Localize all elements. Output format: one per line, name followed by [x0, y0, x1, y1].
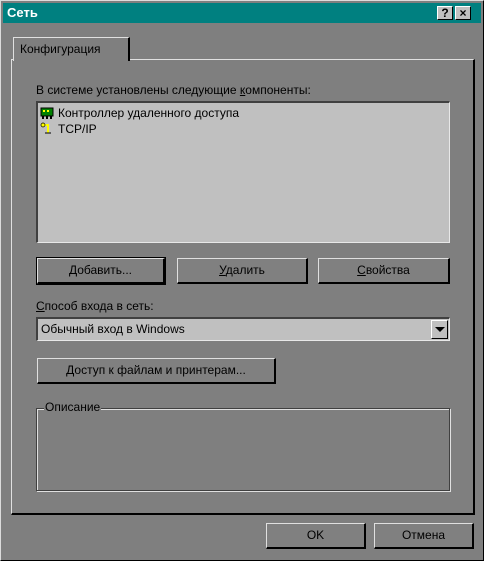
cancel-button[interactable]: Отмена [374, 523, 474, 549]
list-item-label: Контроллер удаленного доступа [58, 106, 240, 120]
remove-button[interactable]: Удалить [177, 258, 308, 284]
tab-label: Конфигурация [20, 42, 101, 56]
title-bar[interactable]: Сеть ? × [3, 3, 481, 23]
description-label: Описание [44, 400, 102, 414]
tab-configuration[interactable]: Конфигурация [13, 37, 130, 61]
properties-button[interactable]: Свойства [318, 258, 450, 284]
network-dialog: Сеть ? × Конфигурация В системе установл… [0, 0, 484, 561]
protocol-icon [40, 122, 56, 136]
logon-label: Способ входа в сеть: [36, 299, 154, 313]
window-title: Сеть [7, 5, 38, 20]
ok-button[interactable]: OK [266, 523, 366, 549]
components-list[interactable]: Контроллер удаленного доступа TCP/IP [36, 101, 450, 243]
chevron-down-icon[interactable] [431, 320, 448, 339]
list-item-label: TCP/IP [58, 122, 97, 136]
help-button[interactable]: ? [437, 6, 453, 20]
list-item[interactable]: TCP/IP [40, 121, 97, 137]
description-group [36, 408, 450, 491]
network-adapter-icon [40, 106, 56, 120]
logon-select-value: Обычный вход в Windows [41, 322, 185, 336]
components-label: В системе установлены следующие компонен… [36, 83, 311, 97]
add-button[interactable]: Добавить... [36, 257, 166, 285]
file-printer-sharing-button[interactable]: Доступ к файлам и принтерам... [37, 358, 276, 384]
close-button[interactable]: × [455, 6, 471, 20]
logon-select[interactable]: Обычный вход в Windows [36, 317, 450, 341]
list-item[interactable]: Контроллер удаленного доступа [40, 105, 239, 121]
